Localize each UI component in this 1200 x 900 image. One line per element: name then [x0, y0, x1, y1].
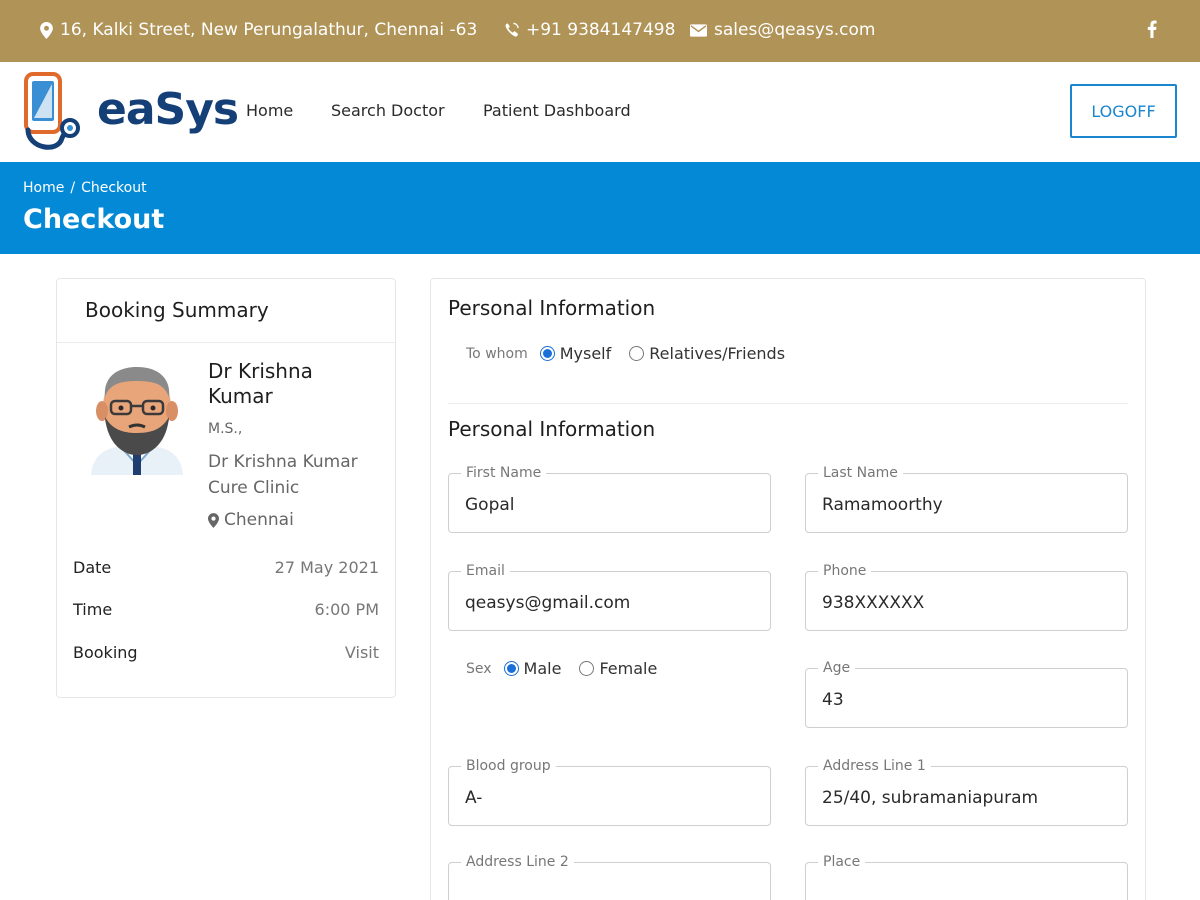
radio-female[interactable] [579, 661, 595, 676]
nav-search-doctor[interactable]: Search Doctor [331, 101, 445, 120]
phone-icon [505, 22, 519, 37]
last-name-input[interactable] [822, 492, 1112, 518]
site-header: eaSys Home Search Doctor Patient Dashboa… [0, 62, 1200, 162]
to-whom-option-relatives[interactable]: Relatives/Friends [629, 344, 785, 363]
brand-logo[interactable]: eaSys [22, 72, 239, 154]
logoff-button[interactable]: LOGOFF [1070, 84, 1177, 138]
blood-group-input[interactable] [465, 785, 755, 811]
nav-patient-dashboard[interactable]: Patient Dashboard [483, 101, 631, 120]
sex-label: Sex [466, 660, 492, 677]
breadcrumb-separator: / [70, 180, 76, 196]
map-marker-icon [40, 21, 53, 39]
age-label: Age [818, 660, 856, 676]
address-line-1-input[interactable] [822, 785, 1112, 811]
address-line-1-field[interactable]: Address Line 1 [805, 758, 1128, 826]
to-whom-group: To whom Myself Relatives/Friends [466, 344, 803, 363]
age-field[interactable]: Age [805, 660, 1128, 728]
doctor-location: Chennai [208, 510, 294, 530]
address-line-2-label: Address Line 2 [461, 854, 574, 870]
age-input[interactable] [822, 687, 1112, 713]
last-name-label: Last Name [818, 465, 903, 481]
address-line-2-input[interactable] [465, 881, 755, 900]
radio-relatives-label[interactable]: Relatives/Friends [649, 344, 785, 363]
address-line-2-field[interactable]: Address Line 2 [448, 854, 771, 900]
email-item[interactable]: sales@qeasys.com [690, 20, 875, 40]
place-input[interactable] [822, 881, 1112, 900]
breadcrumb-current: Checkout [81, 180, 147, 196]
summary-row-key: Date [73, 558, 112, 577]
booking-summary-header: Booking Summary [57, 279, 395, 343]
sex-option-male[interactable]: Male [503, 659, 562, 678]
place-field[interactable]: Place [805, 854, 1128, 900]
booking-summary-card: Booking Summary Dr Krishna Kumar M.S., D… [56, 278, 396, 698]
address-line-1-label: Address Line 1 [818, 758, 931, 774]
breadcrumb-home[interactable]: Home [23, 180, 64, 196]
doctor-clinic: Dr Krishna Kumar Cure Clinic [208, 452, 358, 498]
to-whom-label: To whom [466, 345, 528, 362]
facebook-icon [1147, 20, 1157, 38]
radio-relatives[interactable] [629, 346, 645, 361]
email-input[interactable] [465, 590, 755, 616]
page-title: Checkout [23, 204, 165, 235]
to-whom-option-myself[interactable]: Myself [539, 344, 612, 363]
email-text[interactable]: sales@qeasys.com [714, 20, 875, 40]
sex-group: Sex Male Female [466, 659, 675, 678]
doctor-location-text: Chennai [224, 510, 294, 530]
breadcrumb: Home / Checkout [23, 180, 147, 196]
doctor-avatar-illustration [91, 367, 183, 475]
nav-home[interactable]: Home [246, 101, 293, 120]
phone-input[interactable] [822, 590, 1112, 616]
radio-male[interactable] [503, 661, 519, 676]
summary-row-date: Date 27 May 2021 [73, 558, 379, 577]
place-label: Place [818, 854, 866, 870]
doctor-name[interactable]: Dr Krishna Kumar [208, 359, 378, 409]
blood-group-field[interactable]: Blood group [448, 758, 771, 826]
summary-row-booking: Booking Visit [73, 643, 379, 662]
summary-row-key: Time [73, 600, 113, 619]
page-banner: Home / Checkout Checkout [0, 162, 1200, 254]
map-marker-icon [208, 512, 219, 528]
doctor-degree: M.S., [208, 421, 243, 437]
phone-item[interactable]: +91 9384147498 [504, 20, 675, 40]
summary-row-value: 6:00 PM [314, 600, 379, 619]
logo-wordmark: eaSys [97, 84, 239, 135]
personal-info-card: Personal Information To whom Myself Rela… [430, 278, 1146, 900]
section-divider [448, 403, 1128, 404]
radio-myself[interactable] [539, 346, 555, 361]
radio-myself-label[interactable]: Myself [560, 344, 612, 363]
phone-text[interactable]: +91 9384147498 [526, 20, 675, 40]
facebook-link[interactable] [1147, 20, 1157, 38]
blood-group-label: Blood group [461, 758, 556, 774]
envelope-icon [690, 23, 707, 37]
first-name-field[interactable]: First Name [448, 465, 771, 533]
summary-row-value: 27 May 2021 [274, 558, 379, 577]
section-title-personal-info: Personal Information [448, 296, 656, 320]
radio-male-label[interactable]: Male [524, 659, 562, 678]
stethoscope-phone-icon [24, 72, 80, 150]
radio-female-label[interactable]: Female [599, 659, 657, 678]
address-text: 16, Kalki Street, New Perungalathur, Che… [60, 20, 478, 40]
booking-summary-title: Booking Summary [85, 298, 269, 322]
summary-row-time: Time 6:00 PM [73, 600, 379, 619]
email-field[interactable]: Email [448, 563, 771, 631]
last-name-field[interactable]: Last Name [805, 465, 1128, 533]
sex-option-female[interactable]: Female [579, 659, 657, 678]
phone-label: Phone [818, 563, 872, 579]
email-label: Email [461, 563, 510, 579]
phone-field[interactable]: Phone [805, 563, 1128, 631]
first-name-label: First Name [461, 465, 547, 481]
summary-row-value: Visit [344, 643, 379, 662]
summary-row-key: Booking [73, 643, 138, 662]
doctor-avatar [85, 357, 189, 475]
top-contact-bar: 16, Kalki Street, New Perungalathur, Che… [0, 0, 1200, 62]
section-title-personal-info-2: Personal Information [448, 417, 656, 441]
address-item: 16, Kalki Street, New Perungalathur, Che… [40, 20, 477, 40]
first-name-input[interactable] [465, 492, 755, 518]
